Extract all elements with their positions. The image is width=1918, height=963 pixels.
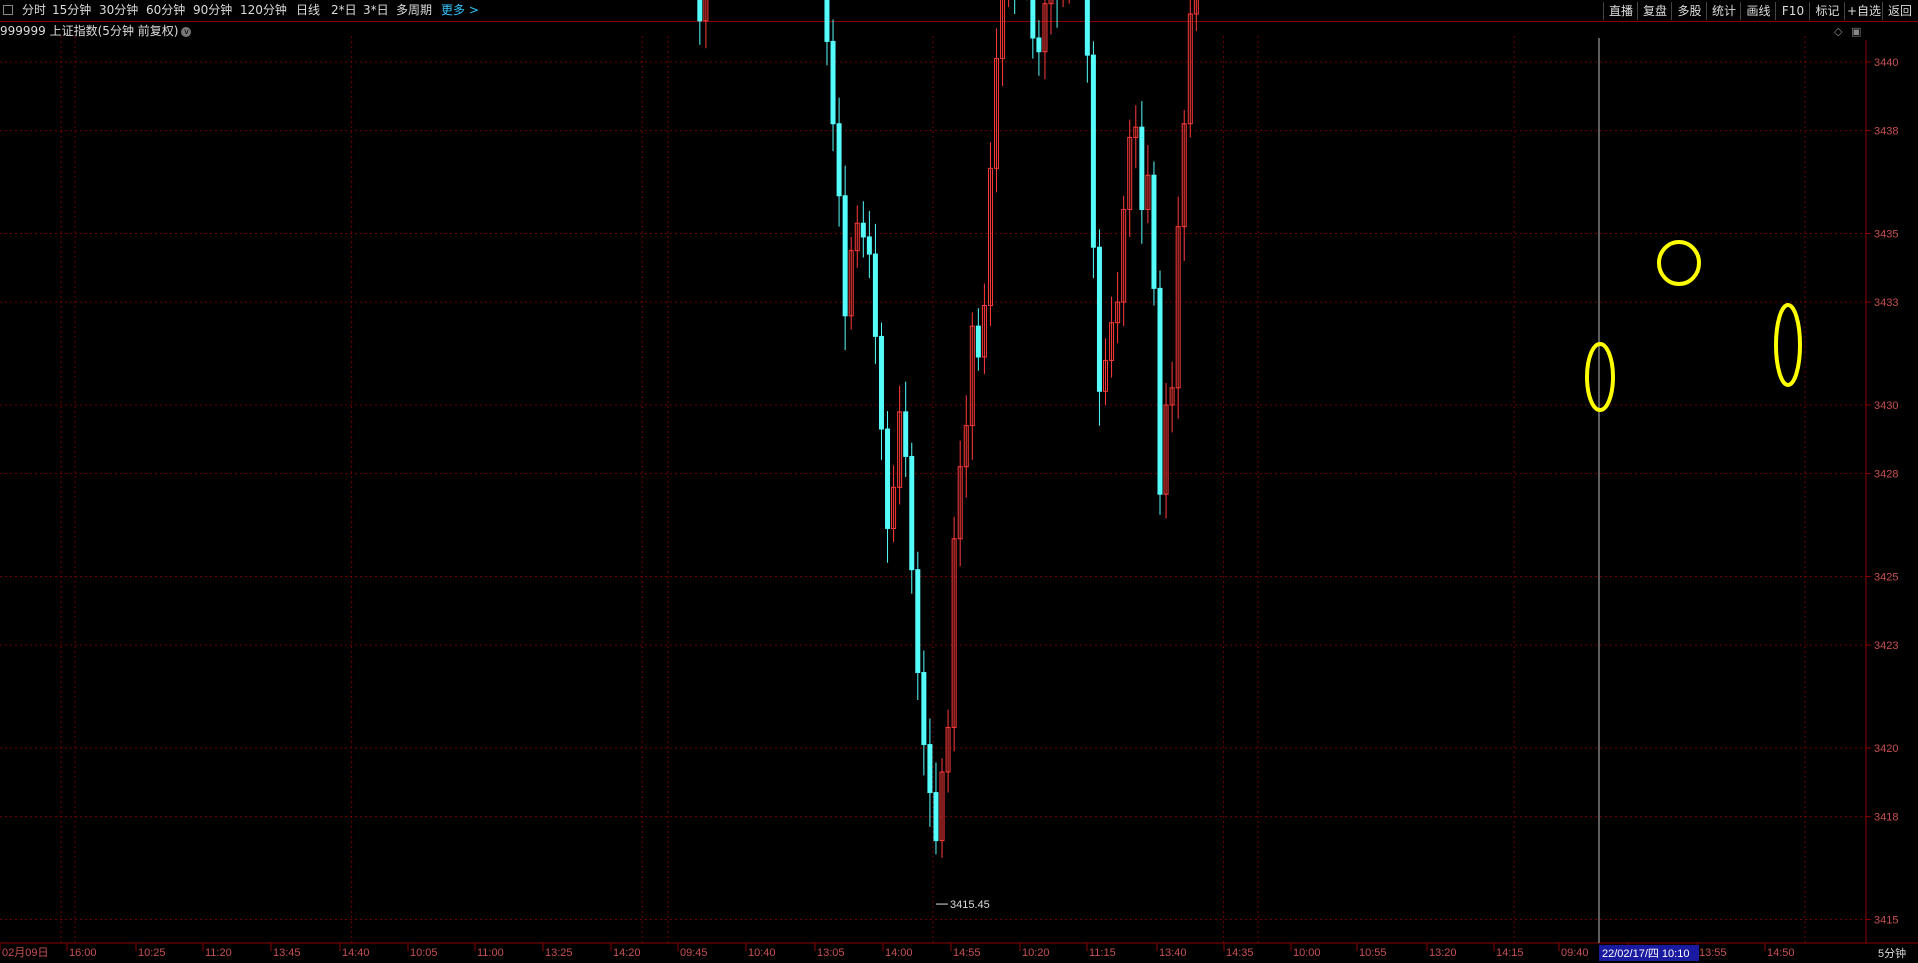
- highlight-circle: [1657, 240, 1701, 286]
- x-tick-label: 11:00: [477, 947, 504, 959]
- highlight-circle: [1585, 342, 1615, 412]
- candle-body: [1139, 126, 1145, 210]
- x-tick-label: 10:25: [138, 947, 166, 959]
- crosshair-time-label: 22/02/17/四 10:10: [1602, 948, 1689, 960]
- x-tick-label: 09:45: [680, 947, 708, 959]
- candle-body: [860, 222, 866, 238]
- y-tick-label: 3433: [1874, 297, 1898, 309]
- x-tick-label: 13:05: [817, 947, 845, 959]
- candle-body: [927, 744, 933, 794]
- candle-body: [1157, 287, 1163, 495]
- candle-body: [1096, 246, 1102, 392]
- candle-body: [1030, 0, 1036, 39]
- candle-body: [697, 0, 703, 22]
- candle-body: [933, 792, 939, 842]
- candle-body: [1084, 0, 1090, 56]
- y-tick-label: 3420: [1874, 743, 1898, 755]
- candle-body: [915, 569, 921, 674]
- candle-body: [1036, 37, 1042, 53]
- x-tick-label: 14:00: [885, 947, 913, 959]
- x-tick-label: 11:20: [205, 947, 232, 959]
- x-tick-label: 10:20: [1022, 947, 1050, 959]
- y-tick-label: 3418: [1874, 812, 1898, 824]
- candle-body: [909, 455, 915, 571]
- candle-body: [878, 335, 884, 430]
- x-tick-label: 11:15: [1089, 947, 1116, 959]
- y-tick-label: 3423: [1874, 640, 1898, 652]
- candle-body: [836, 123, 842, 197]
- x-tick-label: 10:00: [1293, 947, 1321, 959]
- x-tick-label: 13:45: [273, 947, 301, 959]
- highlight-circle: [1774, 303, 1802, 387]
- y-tick-label: 3425: [1874, 572, 1898, 584]
- x-tick-label: 10:40: [748, 947, 776, 959]
- y-tick-label: 3435: [1874, 229, 1898, 241]
- x-tick-label: 14:50: [1767, 947, 1795, 959]
- x-tick-label: 10:55: [1359, 947, 1387, 959]
- candle-body: [842, 195, 848, 317]
- candle-body: [1151, 174, 1157, 289]
- candle-body: [830, 40, 836, 125]
- candle-body: [866, 236, 872, 255]
- candle-body: [824, 0, 830, 42]
- y-tick-label: 3438: [1874, 126, 1898, 138]
- candle-body: [885, 428, 891, 529]
- x-tick-label: 13:20: [1429, 947, 1457, 959]
- candlestick-chart[interactable]: 3415 3418 3420 3423 3425 3428 3430 3433 3435 3438…: [0, 0, 1918, 963]
- x-tick-label: 10:05: [410, 947, 438, 959]
- min-label: 3415.45: [950, 899, 990, 911]
- x-tick-label: 09:40: [1561, 947, 1589, 959]
- candle-body: [975, 325, 981, 358]
- y-tick-label: 3415: [1874, 915, 1898, 927]
- x-tick-label: 14:35: [1226, 947, 1254, 959]
- x-tick-label: 02月09日: [2, 947, 48, 959]
- candle-body: [903, 411, 909, 457]
- y-tick-label: 3428: [1874, 469, 1898, 481]
- candle-body: [921, 672, 927, 746]
- x-tick-label: 13:25: [545, 947, 573, 959]
- candle-body: [872, 253, 878, 337]
- x-tick-label: 14:20: [613, 947, 641, 959]
- x-tick-label: 13:40: [1159, 947, 1187, 959]
- x-tick-label: 14:40: [342, 947, 370, 959]
- x-tick-label: 14:15: [1496, 947, 1524, 959]
- x-tick-label: 13:55: [1699, 947, 1727, 959]
- candle-body: [1090, 54, 1096, 248]
- x-tick-label: 14:55: [953, 947, 981, 959]
- y-tick-label: 3430: [1874, 400, 1898, 412]
- x-tick-label: 16:00: [69, 947, 97, 959]
- y-tick-label: 3440: [1874, 57, 1898, 69]
- period-badge: 5分钟: [1878, 946, 1906, 960]
